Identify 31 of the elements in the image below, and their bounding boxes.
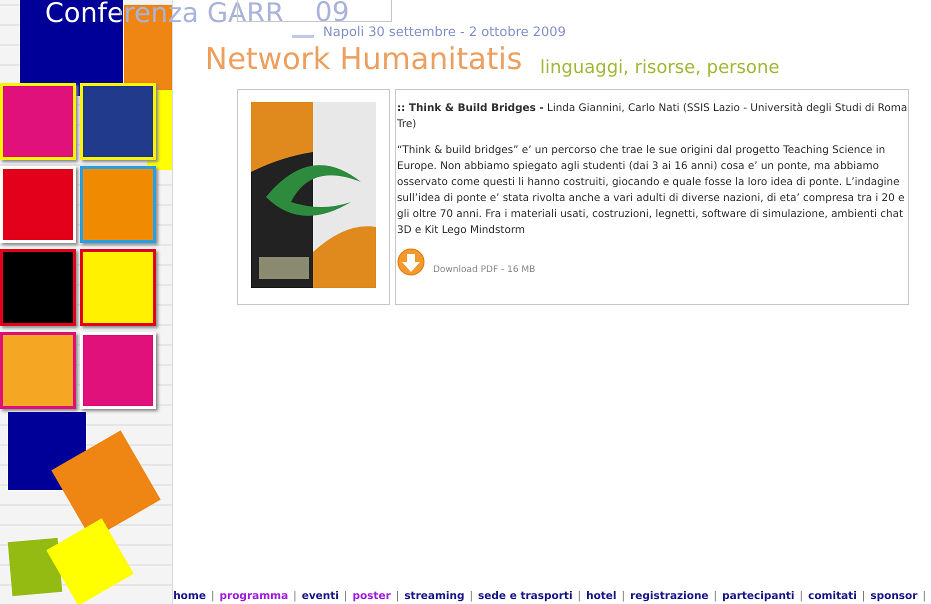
nav-link[interactable]: hotel (586, 590, 617, 602)
conference-dates: Napoli 30 settembre - 2 ottobre 2009 (323, 25, 566, 40)
nav-separator: | (210, 590, 216, 602)
poster-description: “Think & build bridges” e’ un percorso che trae le sue origini dal progetto Teaching Science in Europe. Non abbiamo spiegato agli studenti (dai 3 ai 16 anni) cosa e’ un ponte, ma abbiamo osservato come questi li hanno costruiti, giocando e quale fosse la loro idea di ponte. L’indagine sull’idea di ponte e’ stata rivolta anche a vari adulti di diverse nazioni, di eta’ compresa tra i 20 e gli oltre 70 anni. Fra i materiali usati, costruzioni, legnetti, software di simulazione, ambienti chat 3D e Kit Lego Mindstorm (397, 143, 906, 238)
conference-subtitle: linguaggi, risorse, persone (540, 57, 780, 78)
nav-separator: | (292, 590, 298, 602)
poster-thumbnail[interactable] (251, 102, 376, 288)
nav-separator: | (394, 590, 400, 602)
nav-separator: | (921, 590, 927, 602)
conference-theme: Network Humanitatis (205, 42, 522, 77)
edition-number: 09 (315, 0, 350, 28)
nav-link[interactable]: sede e trasporti (478, 590, 573, 602)
download-link[interactable]: Download PDF - 16 MB (433, 262, 536, 278)
poster-heading: :: Think & Build Bridges - Linda Giannini, Carlo Nati (SSIS Lazio - Università degli Studi di Roma Tre) (397, 101, 908, 132)
nav-link[interactable]: partecipanti (722, 590, 795, 602)
nav-link[interactable]: programma (220, 590, 288, 602)
nav-separator: | (798, 590, 804, 602)
nav-link[interactable]: sponsor (870, 590, 918, 602)
nav-link[interactable]: comitati (808, 590, 857, 602)
nav-link[interactable]: poster (352, 590, 391, 602)
nav-separator: | (576, 590, 582, 602)
nav-link[interactable]: registrazione (630, 590, 709, 602)
nav-separator: | (342, 590, 348, 602)
nav-separator: | (712, 590, 718, 602)
nav-link[interactable]: home (173, 590, 206, 602)
download-icon[interactable] (397, 248, 427, 278)
nav-link[interactable]: streaming (404, 590, 464, 602)
nav-separator: | (468, 590, 474, 602)
nav-link[interactable]: eventi (302, 590, 339, 602)
nav-separator: | (860, 590, 866, 602)
nav-separator: | (620, 590, 626, 602)
